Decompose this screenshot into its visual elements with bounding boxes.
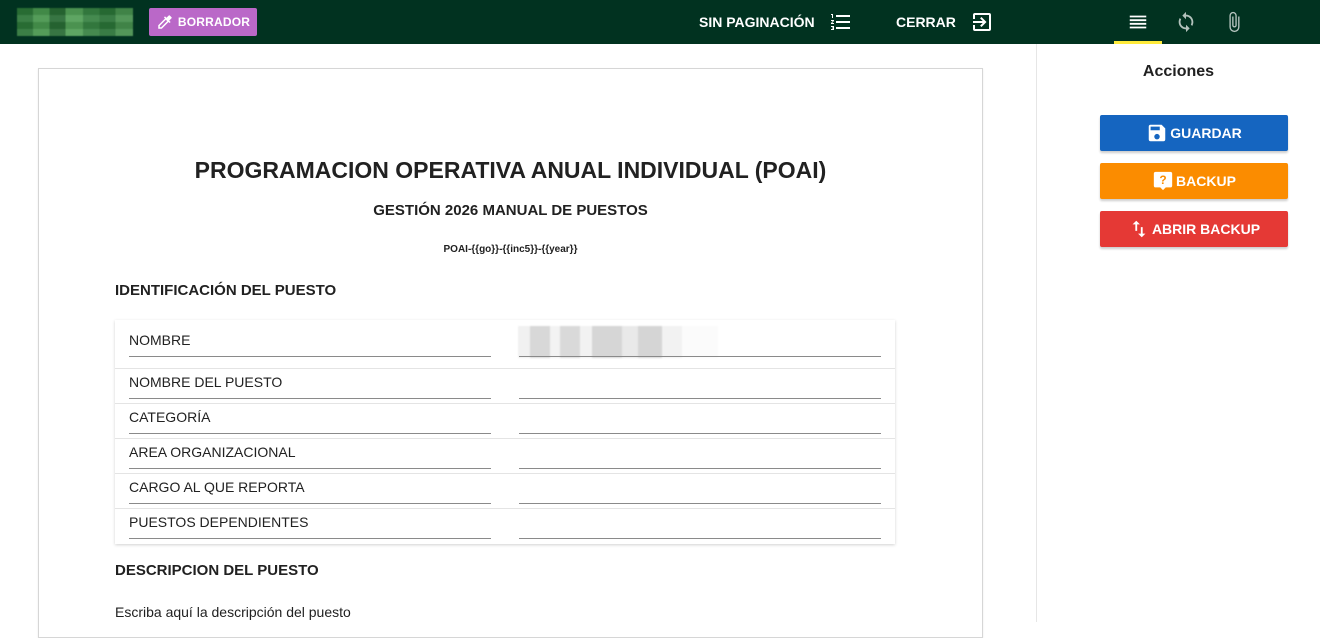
numbered-list-icon (830, 14, 850, 30)
position-name-field[interactable] (519, 398, 881, 399)
logo (17, 8, 133, 36)
close-button[interactable]: CERRAR (896, 0, 994, 44)
panel-divider (1036, 44, 1037, 622)
field-label: AREA ORGANIZACIONAL (129, 444, 491, 469)
exit-icon (972, 13, 991, 31)
table-row: CARGO AL QUE REPORTA (115, 474, 895, 509)
table-row: CATEGORÍA (115, 404, 895, 439)
sync-icon (1178, 11, 1194, 33)
save-button[interactable]: GUARDAR (1100, 115, 1288, 151)
name-field[interactable] (519, 356, 881, 357)
field-label: NOMBRE DEL PUESTO (129, 374, 491, 399)
field-label: CARGO AL QUE REPORTA (129, 479, 491, 504)
backup-button[interactable]: ? BACKUP (1100, 163, 1288, 199)
panel-tabs (1114, 0, 1258, 44)
eyedropper-icon (158, 15, 172, 29)
paperclip-icon (1229, 11, 1240, 33)
document-subtitle: GESTIÓN 2026 MANUAL DE PUESTOS (373, 202, 648, 219)
draft-badge: BORRADOR (149, 8, 257, 36)
close-label: CERRAR (896, 14, 956, 30)
no-pagination-label: SIN PAGINACIÓN (699, 14, 815, 30)
field-label: NOMBRE (129, 332, 491, 357)
table-row: NOMBRE DEL PUESTO (115, 369, 895, 404)
reports-to-field[interactable] (519, 503, 881, 504)
identification-card: NOMBRE NOMBRE DEL PUESTO CATEGORÍA AREA … (115, 320, 895, 544)
floppy-disk-icon (1148, 124, 1166, 142)
help-message-icon: ? (1153, 171, 1173, 191)
list-icon (1129, 15, 1147, 29)
table-row: AREA ORGANIZACIONAL (115, 439, 895, 474)
field-label: CATEGORÍA (129, 409, 491, 434)
dependent-positions-field[interactable] (519, 538, 881, 539)
swap-vertical-icon (1132, 220, 1146, 238)
name-value-redacted (518, 326, 718, 358)
table-row: NOMBRE (115, 320, 895, 369)
description-heading: DESCRIPCION DEL PUESTO (115, 562, 319, 579)
tab-attachments[interactable] (1210, 0, 1258, 44)
top-app-bar: BORRADOR SIN PAGINACIÓN CERRAR (0, 0, 1320, 44)
open-backup-label: ABRIR BACKUP (1151, 221, 1261, 237)
table-row: PUESTOS DEPENDIENTES (115, 509, 895, 544)
open-backup-button[interactable]: ABRIR BACKUP (1100, 211, 1288, 247)
tab-sync[interactable] (1162, 0, 1210, 44)
svg-text:?: ? (1159, 173, 1166, 187)
document-title: PROGRAMACION OPERATIVA ANUAL INDIVIDUAL … (194, 157, 827, 183)
org-area-field[interactable] (519, 468, 881, 469)
identification-heading: IDENTIFICACIÓN DEL PUESTO (115, 282, 337, 299)
category-field[interactable] (519, 433, 881, 434)
field-label: PUESTOS DEPENDIENTES (129, 514, 491, 539)
document-page: PROGRAMACION OPERATIVA ANUAL INDIVIDUAL … (38, 68, 983, 638)
tab-actions[interactable] (1114, 0, 1162, 44)
backup-label: BACKUP (1176, 173, 1236, 189)
description-editor[interactable]: Escriba aquí la descripción del puesto (115, 604, 351, 620)
actions-title: Acciones (1142, 63, 1215, 80)
save-label: GUARDAR (1170, 125, 1242, 141)
no-pagination-button[interactable]: SIN PAGINACIÓN (699, 0, 853, 44)
document-code: POAI-{{go}}-{{inc5}}-{{year}} (443, 244, 578, 255)
draft-badge-label: BORRADOR (177, 15, 251, 29)
